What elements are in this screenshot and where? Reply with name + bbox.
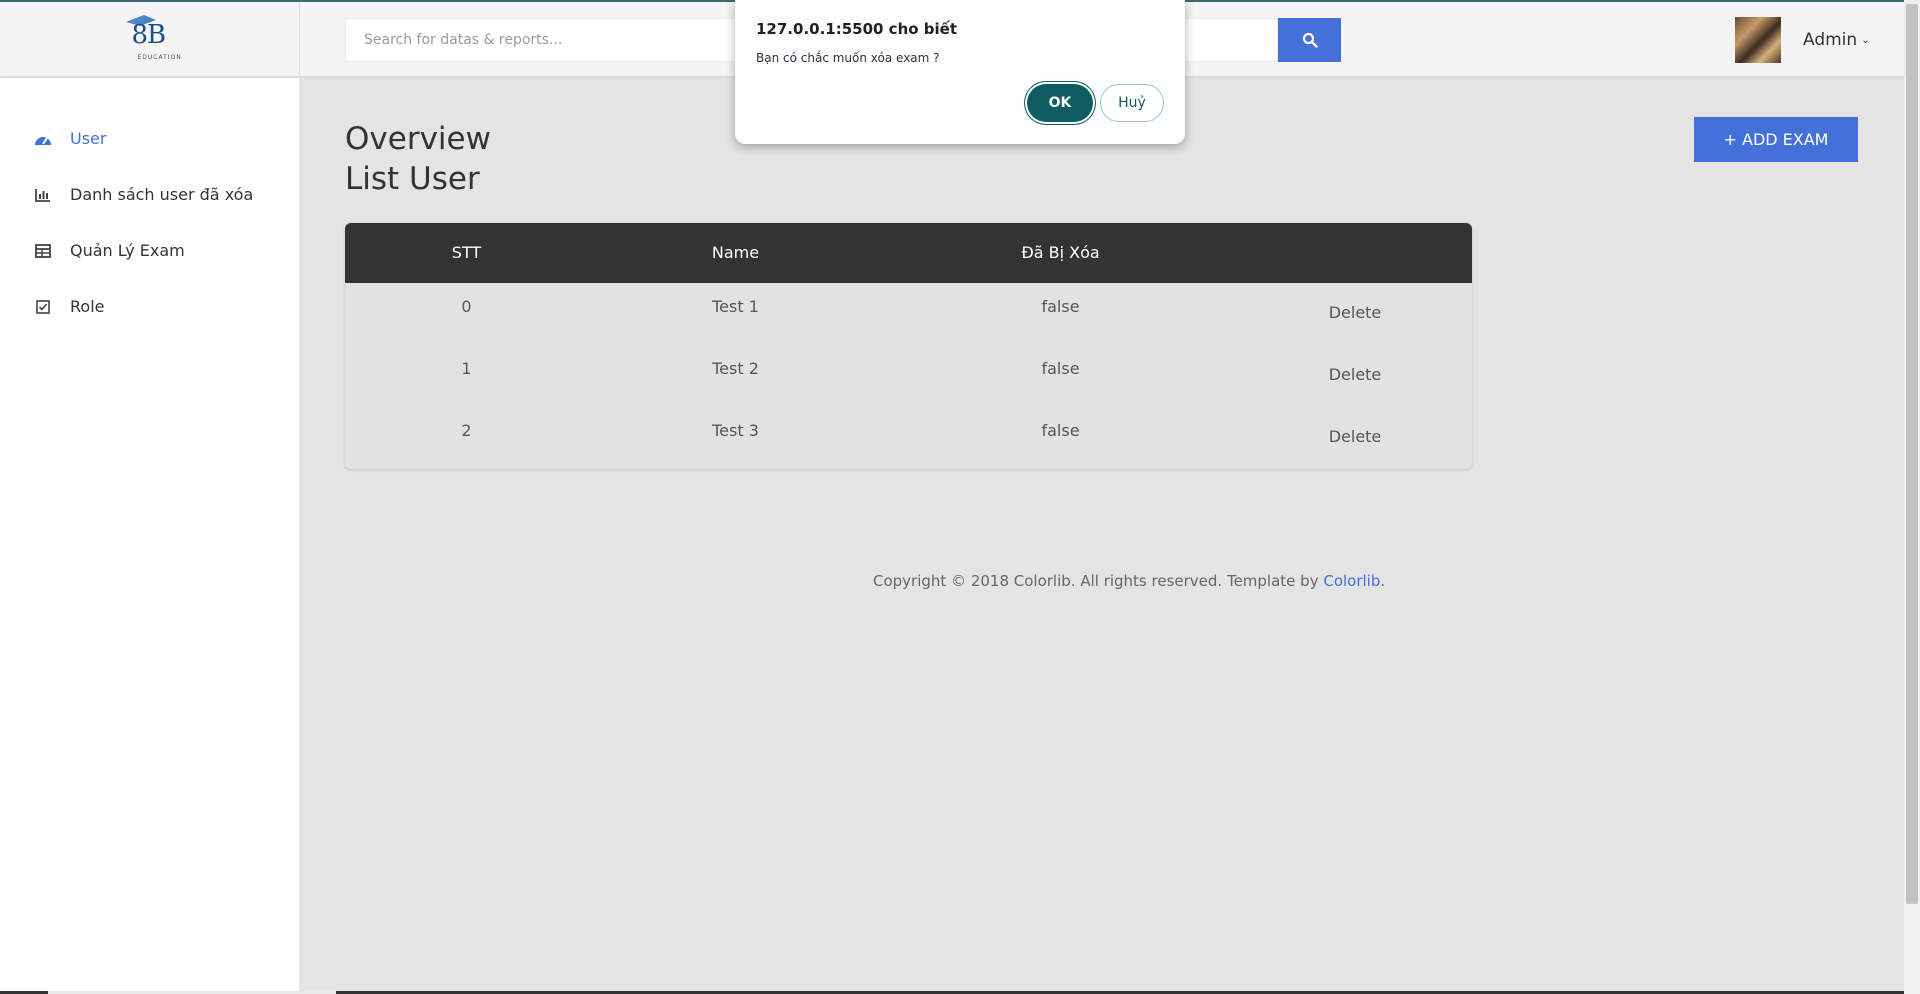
cell-deleted: false: [1041, 421, 1080, 440]
dialog-title: 127.0.0.1:5500 cho biết: [756, 20, 958, 38]
avatar[interactable]: [1735, 17, 1781, 63]
cell-stt: 2: [461, 421, 472, 440]
table-row: 2 Test 3 false Delete: [345, 407, 1472, 469]
delete-button[interactable]: Delete: [1238, 303, 1472, 322]
cell-name: Test 2: [712, 359, 759, 378]
page-title: Overview: [345, 121, 491, 157]
sidebar-item-deleted-users[interactable]: Danh sách user đã xóa: [34, 185, 253, 204]
sidebar-item-label: Role: [70, 297, 105, 316]
search-button[interactable]: [1278, 18, 1341, 62]
user-name[interactable]: Admin: [1803, 30, 1857, 50]
search-icon: [1302, 32, 1318, 48]
footer-link[interactable]: Colorlib.: [1323, 572, 1385, 590]
table-icon: [34, 242, 52, 260]
cell-deleted: false: [1041, 359, 1080, 378]
table-row: 0 Test 1 false Delete: [345, 283, 1472, 345]
cell-name: Test 3: [712, 421, 759, 440]
sidebar: User Danh sách user đã xóa Quản Lý Exam …: [0, 78, 300, 994]
sidebar-item-user[interactable]: User: [34, 129, 106, 148]
cell-deleted: false: [1041, 297, 1080, 316]
bar-chart-icon: [34, 186, 52, 204]
chevron-down-icon[interactable]: ⌄: [1861, 35, 1869, 46]
column-header-deleted: Đã Bị Xóa: [1021, 243, 1100, 262]
dialog-cancel-button[interactable]: Huỷ: [1100, 84, 1164, 122]
sidebar-item-label: Quản Lý Exam: [70, 241, 185, 260]
logo-text: 8B: [131, 20, 167, 50]
footer: Copyright © 2018 Colorlib. All rights re…: [873, 572, 1385, 590]
sidebar-item-role[interactable]: Role: [34, 297, 104, 316]
sidebar-item-label: User: [70, 129, 107, 148]
checkbox-icon: [34, 298, 52, 316]
sidebar-item-exam-management[interactable]: Quản Lý Exam: [34, 241, 185, 260]
table-row: 1 Test 2 false Delete: [345, 345, 1472, 407]
delete-button[interactable]: Delete: [1238, 365, 1472, 384]
cell-stt: 0: [461, 297, 472, 316]
table-header: STT Name Đã Bị Xóa: [345, 223, 1472, 283]
user-table: STT Name Đã Bị Xóa 0 Test 1 false Delete…: [345, 223, 1472, 469]
dialog-message: Bạn có chắc muốn xóa exam ?: [756, 51, 940, 65]
cell-name: Test 1: [712, 297, 759, 316]
vertical-scrollbar-thumb[interactable]: [1906, 4, 1918, 904]
logo-subtext: EDUCATION: [137, 54, 182, 61]
user-menu[interactable]: Admin ⌄: [1735, 17, 1870, 63]
add-exam-button[interactable]: + ADD EXAM: [1694, 117, 1858, 162]
cell-stt: 1: [461, 359, 472, 378]
column-header-stt: STT: [451, 243, 482, 262]
column-header-name: Name: [711, 243, 760, 262]
delete-button[interactable]: Delete: [1238, 427, 1472, 446]
sidebar-item-label: Danh sách user đã xóa: [70, 185, 254, 204]
dialog-ok-button[interactable]: OK: [1027, 84, 1093, 122]
page-subtitle: List User: [345, 161, 480, 197]
confirm-dialog: 127.0.0.1:5500 cho biết Bạn có chắc muốn…: [735, 0, 1185, 144]
logo[interactable]: 8B EDUCATION: [120, 14, 182, 64]
logo-container: 8B EDUCATION: [0, 2, 300, 76]
footer-text: Copyright © 2018 Colorlib. All rights re…: [873, 572, 1324, 590]
dashboard-icon: [34, 130, 52, 148]
